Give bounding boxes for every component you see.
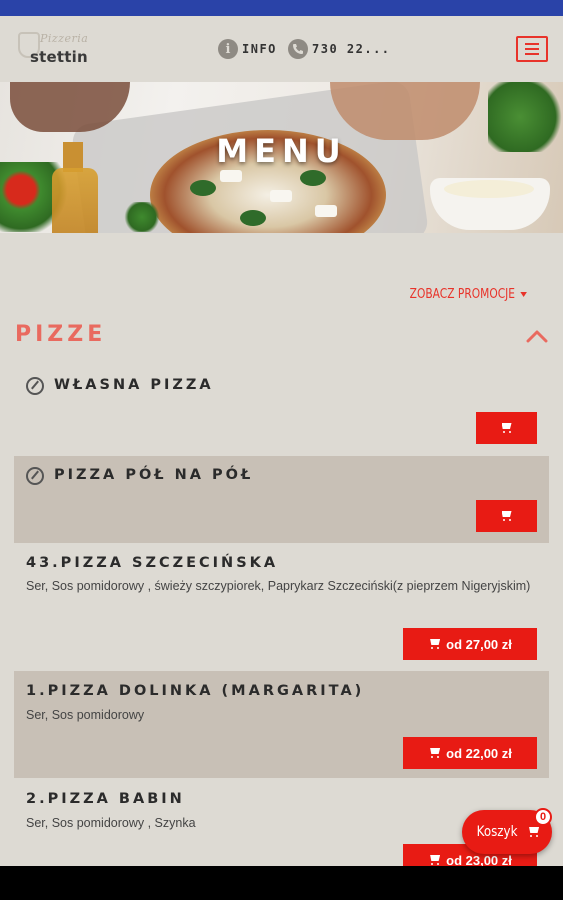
menu-item-description: Ser, Sos pomidorowy , Szynka [26, 816, 196, 830]
arugula-leaf [240, 210, 266, 226]
parmesan-shaving [220, 170, 242, 182]
phone-label: 730 22... [312, 42, 391, 56]
cart-icon [500, 422, 514, 434]
oil-bottle-image [52, 168, 98, 233]
phone-link[interactable]: 730 22... [288, 38, 391, 60]
hamburger-menu-button[interactable] [516, 36, 548, 62]
promotions-link[interactable]: ZOBACZ PROMOCJE [410, 287, 527, 302]
price-label: od 23,00 zł [446, 852, 512, 867]
add-to-cart-button[interactable]: od 27,00 zł [403, 628, 537, 660]
hamburger-line [525, 53, 539, 55]
caret-down-icon [520, 292, 527, 297]
arugula-leaf [300, 170, 326, 186]
cheese-image [444, 180, 534, 198]
menu-item-title: WŁASNA PIZZA [54, 377, 214, 393]
hero-banner: MENU [0, 82, 563, 233]
menu-item-description: Ser, Sos pomidorowy , świeży szczypiorek… [26, 579, 531, 593]
menu-item-description: Ser, Sos pomidorowy [26, 708, 145, 722]
logo-title: stettin [30, 48, 88, 66]
menu-item-title: PIZZA PÓŁ NA PÓŁ [54, 467, 254, 483]
info-icon: i [218, 39, 238, 59]
arugula-leaf [190, 180, 216, 196]
add-to-cart-button[interactable] [476, 500, 537, 532]
hamburger-line [525, 48, 539, 50]
edit-icon [26, 377, 44, 395]
section-title: PIZZE [15, 322, 107, 347]
chevron-up-icon[interactable] [526, 328, 548, 344]
menu-item-title: 2.PIZZA BABIN [26, 791, 185, 807]
cart-icon [527, 826, 541, 838]
menu-item-title: 43.PIZZA SZCZECIŃSKA [26, 555, 279, 571]
add-to-cart-button[interactable] [476, 412, 537, 444]
menu-item[interactable]: 43.PIZZA SZCZECIŃSKA Ser, Sos pomidorowy… [14, 545, 549, 669]
promotions-label: ZOBACZ PROMOCJE [410, 287, 516, 302]
cart-icon [500, 510, 514, 522]
add-to-cart-button[interactable]: od 22,00 zł [403, 737, 537, 769]
app-header: Pizzeria stettin i INFO 730 22... [0, 16, 563, 82]
system-navigation-bar [0, 866, 563, 900]
price-label: od 27,00 zł [446, 636, 512, 652]
basket-label: Koszyk [476, 824, 518, 840]
price-label: od 22,00 zł [446, 745, 512, 761]
logo-subtitle: Pizzeria [40, 32, 89, 45]
cart-icon [428, 747, 442, 759]
info-link[interactable]: i INFO [218, 38, 277, 60]
menu-item[interactable]: 1.PIZZA DOLINKA (MARGARITA) Ser, Sos pom… [14, 671, 549, 778]
parmesan-shaving [315, 205, 337, 217]
logo[interactable]: Pizzeria stettin [14, 28, 94, 70]
info-label: INFO [242, 42, 277, 56]
phone-icon [288, 39, 308, 59]
status-bar [0, 0, 563, 16]
cart-icon [428, 638, 442, 650]
basket-count-badge: 0 [534, 808, 552, 826]
parmesan-shaving [270, 190, 292, 202]
cart-icon [428, 854, 442, 866]
menu-item-title: 1.PIZZA DOLINKA (MARGARITA) [26, 683, 365, 699]
edit-icon [26, 467, 44, 485]
menu-item[interactable]: WŁASNA PIZZA [14, 366, 549, 454]
menu-item[interactable]: PIZZA PÓŁ NA PÓŁ [14, 456, 549, 543]
basil-image [122, 202, 162, 232]
hamburger-line [525, 43, 539, 45]
hero-title: MENU [216, 132, 347, 170]
